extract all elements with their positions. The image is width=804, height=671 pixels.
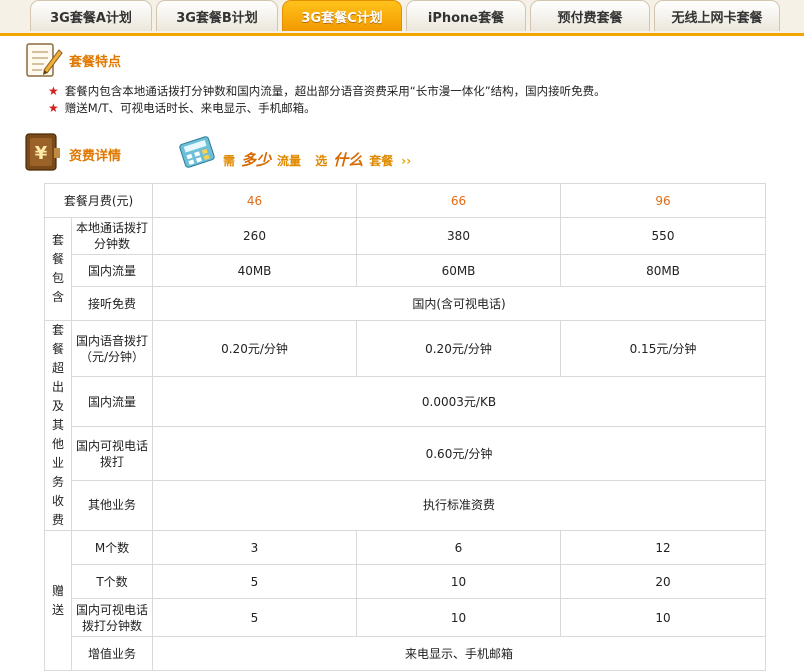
- row-label: 其他业务: [71, 479, 153, 532]
- notepad-icon: [22, 40, 64, 80]
- plan-slogan: 需多少 流量 选什么 套餐 ››: [223, 151, 412, 169]
- plan-price: 46: [152, 183, 357, 218]
- cell-value: 550: [560, 217, 766, 255]
- tab-iphone-plan[interactable]: iPhone套餐: [406, 0, 526, 31]
- cell-value: 10: [560, 598, 766, 637]
- table-row: 国内可视电话拨打 0.60元/分钟: [45, 426, 766, 481]
- table-row: 套餐包含 本地通话拨打分钟数 260 380 550: [44, 217, 766, 321]
- features-heading: 套餐特点: [69, 55, 122, 70]
- table-row: 其他业务 执行标准资费: [45, 479, 766, 532]
- table-row: 赠送 M个数 3 6 12: [44, 530, 766, 671]
- tab-3g-plan-b[interactable]: 3G套餐B计划: [156, 0, 278, 31]
- tab-wireless-card-plan[interactable]: 无线上网卡套餐: [654, 0, 780, 31]
- cell-value: 20: [560, 564, 766, 599]
- cell-value: 12: [560, 530, 766, 565]
- group-label-gift: 赠送: [44, 530, 72, 671]
- table-row: 国内流量 40MB 60MB 80MB: [45, 254, 766, 287]
- plan-price: 66: [356, 183, 561, 218]
- svg-text:¥: ¥: [35, 143, 48, 164]
- cell-value: 5: [152, 564, 357, 599]
- plan-price: 96: [560, 183, 766, 218]
- money-icon: ¥: [22, 130, 64, 174]
- table-row: 国内流量 0.0003元/KB: [45, 376, 766, 428]
- calculator-icon: [174, 134, 220, 170]
- cell-value: 40MB: [152, 254, 357, 287]
- table-row: 套餐月费(元) 46 66 96: [44, 183, 766, 218]
- cell-value: 260: [152, 217, 357, 255]
- row-label: 本地通话拨打分钟数: [71, 217, 153, 255]
- star-icon: ★: [48, 84, 59, 98]
- pricing-heading: 资费详情: [69, 149, 122, 164]
- row-label: 增值业务: [71, 636, 153, 671]
- row-label: M个数: [71, 530, 153, 565]
- table-row: 增值业务 来电显示、手机邮箱: [45, 636, 766, 671]
- cell-value: 0.0003元/KB: [152, 376, 766, 428]
- feature-list: ★ 套餐内包含本地通话拨打分钟数和国内流量，超出部分语音资费采用“长市漫一体化”结…: [48, 83, 606, 117]
- cell-value: 10: [356, 598, 561, 637]
- tab-3g-plan-a[interactable]: 3G套餐A计划: [30, 0, 152, 31]
- row-label: 国内流量: [71, 376, 153, 428]
- group-label-included: 套餐包含: [44, 217, 72, 321]
- cell-value: 80MB: [560, 254, 766, 287]
- tab-prepaid-plan[interactable]: 预付费套餐: [530, 0, 650, 31]
- row-label: 国内流量: [71, 254, 153, 287]
- table-row: 套餐超出及其他业务收费 国内语音拨打（元/分钟） 0.20元/分钟 0.20元/…: [44, 319, 766, 531]
- row-label: 接听免费: [71, 286, 153, 321]
- cell-value: 5: [152, 598, 357, 637]
- double-chevron-right-icon: ››: [401, 154, 412, 168]
- cell-value: 6: [356, 530, 561, 565]
- star-icon: ★: [48, 101, 59, 115]
- row-label: 国内可视电话拨打分钟数: [71, 598, 153, 637]
- table-row: 国内可视电话拨打分钟数 5 10 10: [45, 598, 766, 637]
- monthly-fee-label: 套餐月费(元): [44, 183, 153, 218]
- cell-value: 0.15元/分钟: [560, 319, 766, 378]
- feature-item: ★ 赠送M/T、可视电话时长、来电显示、手机邮箱。: [48, 101, 316, 115]
- pricing-table: 套餐月费(元) 46 66 96 套餐包含 本地通话拨打分钟数 260 380 …: [44, 183, 766, 671]
- cell-value: 来电显示、手机邮箱: [152, 636, 766, 671]
- row-label: 国内可视电话拨打: [71, 426, 153, 481]
- plan-tab-bar: 3G套餐A计划 3G套餐B计划 3G套餐C计划 iPhone套餐 预付费套餐 无…: [0, 0, 804, 36]
- cell-value: 60MB: [356, 254, 561, 287]
- cell-value: 0.20元/分钟: [356, 319, 561, 378]
- cell-value: 10: [356, 564, 561, 599]
- row-label: T个数: [71, 564, 153, 599]
- feature-item: ★ 套餐内包含本地通话拨打分钟数和国内流量，超出部分语音资费采用“长市漫一体化”结…: [48, 84, 606, 98]
- table-row: 接听免费 国内(含可视电话): [45, 286, 766, 321]
- row-label: 国内语音拨打（元/分钟）: [71, 319, 153, 378]
- cell-value: 执行标准资费: [152, 479, 766, 532]
- cell-value: 0.20元/分钟: [152, 319, 357, 378]
- cell-value: 380: [356, 217, 561, 255]
- cell-value: 0.60元/分钟: [152, 426, 766, 481]
- cell-value: 国内(含可视电话): [152, 286, 766, 321]
- group-label-overage: 套餐超出及其他业务收费: [44, 320, 72, 531]
- cell-value: 3: [152, 530, 357, 565]
- table-row: T个数 5 10 20: [45, 564, 766, 599]
- tab-3g-plan-c[interactable]: 3G套餐C计划: [282, 0, 402, 31]
